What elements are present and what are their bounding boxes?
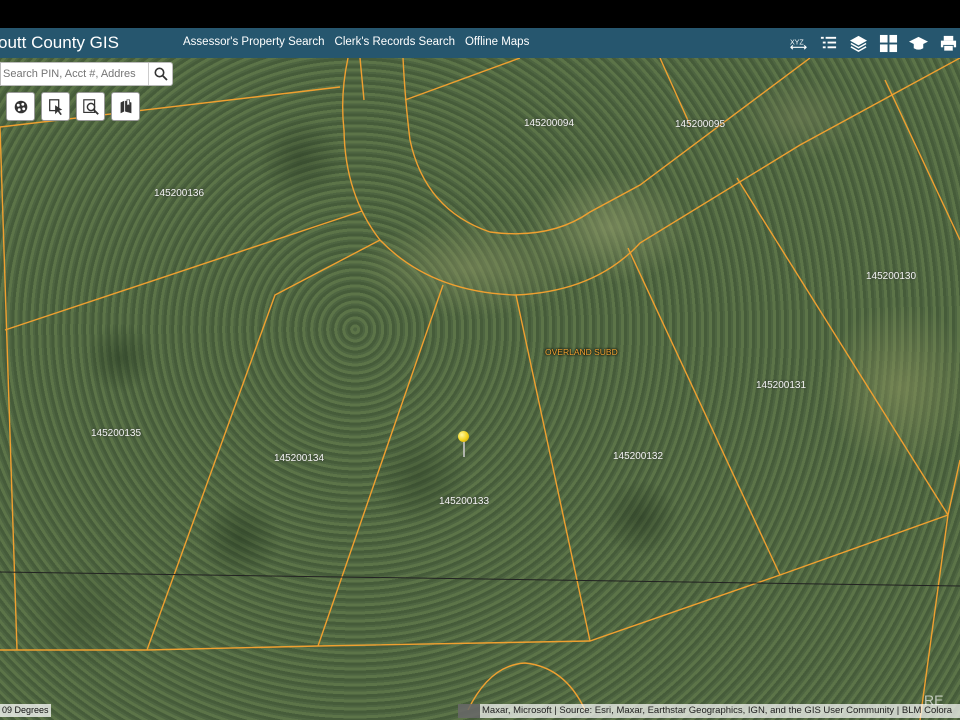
map-tool-buttons	[6, 92, 140, 121]
search-input[interactable]	[1, 63, 149, 85]
window-top-bar	[0, 0, 960, 28]
parcel-label: 145200131	[756, 380, 807, 391]
nav-assessors-property-search[interactable]: Assessor's Property Search	[183, 36, 325, 48]
identify-button[interactable]	[41, 92, 70, 121]
watermark-text: RE	[924, 692, 944, 708]
bookmark-icon	[120, 98, 131, 113]
parcel-label: 145200135	[91, 428, 142, 439]
search-map-icon	[82, 98, 99, 115]
layers-icon[interactable]	[846, 31, 870, 55]
select-parcels-icon	[14, 100, 27, 113]
location-pin-icon[interactable]	[458, 431, 470, 459]
header-toolbar: XYZ	[786, 31, 960, 55]
basemap-grid-icon[interactable]	[876, 31, 900, 55]
map-view[interactable]: 145200094 145200095 145200136 145200130 …	[0, 58, 960, 720]
map-attribution: Maxar, Microsoft | Source: Esri, Maxar, …	[458, 704, 960, 718]
search-box	[0, 62, 173, 86]
parcel-layer[interactable]	[0, 58, 960, 720]
scale-readout: 09 Degrees	[0, 704, 51, 717]
app-title: outt County GIS	[0, 33, 119, 52]
parcel-label: 145200132	[613, 451, 664, 462]
bookmark-button[interactable]	[111, 92, 140, 121]
select-parcels-button[interactable]	[6, 92, 35, 121]
parcel-label: 145200094	[524, 118, 575, 129]
print-icon[interactable]	[936, 31, 960, 55]
nav-offline-maps[interactable]: Offline Maps	[465, 36, 529, 48]
identify-icon	[48, 98, 62, 115]
nav-clerks-records-search[interactable]: Clerk's Records Search	[335, 36, 455, 48]
search-icon	[154, 67, 168, 81]
svg-text:XYZ: XYZ	[789, 38, 803, 46]
parcel-label: 145200136	[154, 188, 205, 199]
parcel-label: 145200133	[439, 496, 490, 507]
list-icon[interactable]	[816, 31, 840, 55]
subdivision-label: OVERLAND SUBD	[545, 347, 618, 357]
parcel-label: 145200095	[675, 119, 726, 130]
header-nav: Assessor's Property Search Clerk's Recor…	[183, 36, 529, 48]
parcel-label: 145200130	[866, 271, 917, 282]
search-map-button[interactable]	[76, 92, 105, 121]
attribution-toggle[interactable]	[458, 704, 480, 718]
graduation-cap-icon[interactable]	[906, 31, 930, 55]
search-button[interactable]	[148, 63, 172, 85]
app-header: outt County GIS Assessor's Property Sear…	[0, 28, 960, 58]
xyz-coordinates-icon[interactable]: XYZ	[786, 31, 810, 55]
parcel-label: 145200134	[274, 453, 325, 464]
